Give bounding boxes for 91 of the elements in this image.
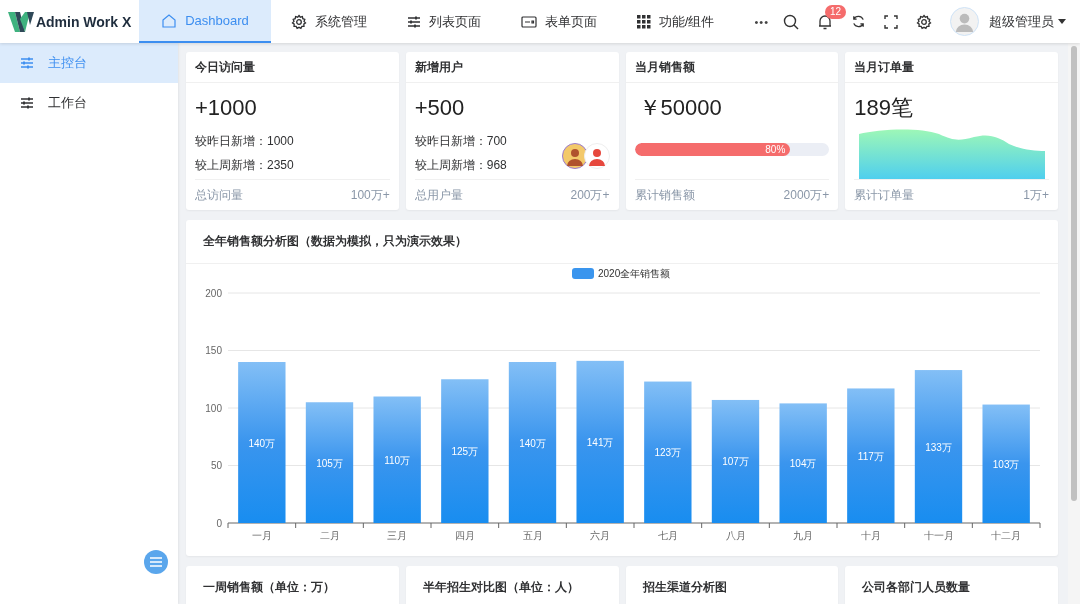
- sliders-icon: [20, 56, 34, 70]
- chart-title: 全年销售额分析图（数据为模拟，只为演示效果）: [186, 220, 1058, 264]
- settings-button[interactable]: [916, 13, 932, 30]
- collapse-button[interactable]: [144, 550, 168, 574]
- notification-button[interactable]: [817, 13, 833, 30]
- bar-value-label: 117万: [857, 450, 884, 462]
- x-axis-label: 二月: [319, 530, 340, 541]
- settings-icon: [290, 13, 307, 30]
- stat-value: +500: [414, 94, 466, 122]
- avatar-icon: [950, 7, 979, 36]
- x-axis-label: 十二月: [991, 530, 1022, 541]
- stat-detail: 较上周新增：2350: [195, 157, 295, 174]
- more-button[interactable]: •••: [740, 0, 783, 43]
- footer-label: 累计销售额: [634, 186, 695, 204]
- refresh-button[interactable]: [851, 14, 866, 29]
- avatar-icon: [583, 142, 610, 169]
- x-axis-label: 三月: [387, 530, 408, 541]
- x-axis-label: 一月: [251, 530, 272, 541]
- y-axis-label: 0: [216, 517, 222, 529]
- avatar-icon: [561, 142, 588, 169]
- sliders-icon: [20, 96, 34, 110]
- x-axis-label: 十月: [860, 530, 881, 541]
- card-title: 半年招生对比图（单位：人）: [421, 579, 580, 596]
- stat-value: 189笔: [854, 94, 914, 122]
- card-title: 招生渠道分析图: [641, 579, 728, 596]
- search-icon: [783, 13, 799, 30]
- legend-label: 2020全年销售额: [598, 268, 671, 279]
- bar-value-label: 105万: [316, 457, 343, 469]
- card-title: 当月订单量: [845, 52, 1058, 83]
- x-axis-label: 六月: [590, 530, 611, 541]
- x-axis-label: 五月: [522, 530, 543, 541]
- bar-value-label: 140万: [519, 437, 546, 449]
- home-icon: [161, 12, 178, 29]
- user-menu[interactable]: 超级管理员: [950, 7, 1066, 36]
- card-icon: [520, 14, 537, 29]
- sliders-icon: [406, 14, 421, 29]
- nav-tab[interactable]: 功能/组件: [616, 0, 735, 43]
- footer-value: 2000万+: [783, 186, 830, 204]
- stat-value: +1000: [195, 94, 258, 122]
- card-title: 今日访问量: [186, 52, 399, 83]
- scrollbar-thumb[interactable]: [1071, 46, 1077, 501]
- settings-icon: [916, 13, 932, 30]
- progress-percent: 80%: [765, 144, 786, 155]
- y-axis-label: 200: [205, 287, 222, 299]
- footer-value: 1万+: [1023, 186, 1049, 204]
- bar-value-label: 123万: [654, 447, 682, 459]
- x-axis-label: 四月: [454, 530, 475, 541]
- y-axis-label: 100: [205, 402, 222, 414]
- x-axis-label: 八月: [725, 530, 746, 541]
- footer-value: 200万+: [570, 186, 610, 204]
- caret-icon: [1058, 18, 1066, 25]
- fullscreen-icon: [884, 14, 898, 29]
- stat-detail: 较上周新增：968: [414, 157, 507, 174]
- stat-detail: 较昨日新增：700: [414, 133, 507, 150]
- card-title: 当月销售额: [625, 52, 839, 83]
- bar-value-label: 110万: [384, 454, 411, 466]
- x-axis-label: 九月: [793, 530, 814, 541]
- sidebar-item[interactable]: 工作台: [0, 83, 178, 123]
- stat-detail: 较昨日新增：1000: [195, 133, 295, 150]
- bar-value-label: 104万: [789, 458, 817, 470]
- footer-label: 总访问量: [195, 186, 243, 204]
- logo-icon: [7, 10, 34, 33]
- bell-icon: [817, 13, 833, 30]
- stat-value: ￥50000: [637, 94, 723, 122]
- card-title: 公司各部门人员数量: [861, 579, 972, 596]
- y-axis-label: 150: [205, 345, 222, 356]
- nav-tab[interactable]: 表单页面: [500, 0, 617, 43]
- menu-icon: [150, 557, 162, 567]
- x-axis-label: 十一月: [923, 530, 954, 541]
- nav-tab[interactable]: 列表页面: [386, 0, 501, 43]
- nav-tab[interactable]: 系统管理: [270, 0, 387, 43]
- card-title: 新增用户: [405, 52, 619, 83]
- notification-badge: 12: [825, 4, 847, 19]
- card-title: 一周销售额（单位：万）: [202, 579, 336, 596]
- y-axis-label: 50: [210, 460, 222, 471]
- bar-value-label: 140万: [248, 437, 276, 449]
- fullscreen-button[interactable]: [884, 14, 898, 29]
- refresh-icon: [851, 14, 866, 29]
- search-button[interactable]: [783, 13, 799, 30]
- footer-label: 累计订单量: [854, 186, 915, 204]
- x-axis-label: 七月: [657, 530, 678, 541]
- grid-icon: [636, 14, 651, 29]
- bar-value-label: 141万: [586, 436, 614, 448]
- bar-value-label: 125万: [451, 446, 479, 458]
- bar-value-label: 133万: [925, 441, 952, 453]
- footer-label: 总用户量: [414, 186, 463, 204]
- bar-value-label: 107万: [722, 456, 749, 468]
- app-logo-text: Admin Work X: [35, 13, 132, 30]
- footer-value: 100万+: [350, 186, 390, 204]
- chart-legend: 2020全年销售额: [572, 268, 671, 279]
- bar-value-label: 103万: [992, 458, 1020, 470]
